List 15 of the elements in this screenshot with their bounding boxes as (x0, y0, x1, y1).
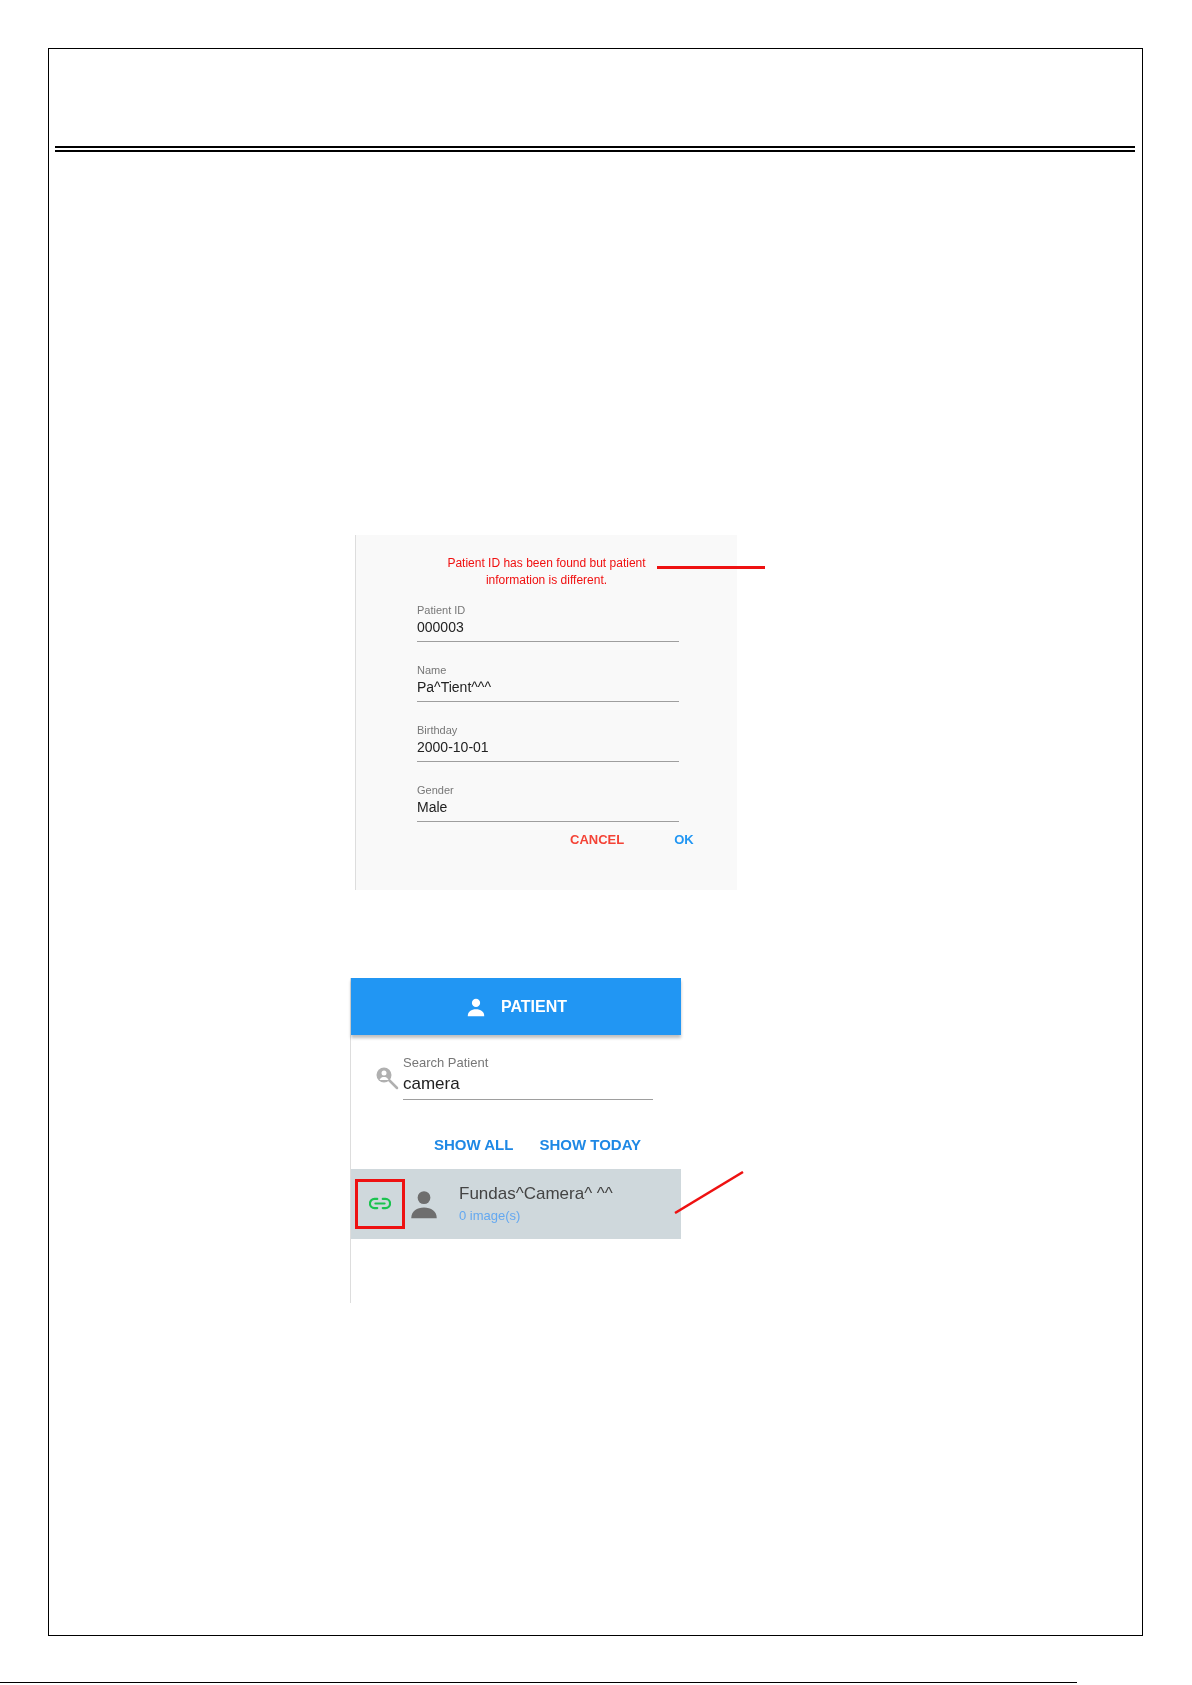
image-count: 0 image(s) (459, 1206, 522, 1225)
text-field[interactable]: Name Pa^Tient^^^ (417, 663, 679, 702)
text-field[interactable]: Birthday 2000-10-01 (417, 723, 679, 762)
annotation-line (674, 1171, 744, 1214)
search-field[interactable]: Search Patient camera (403, 1055, 653, 1100)
panel-title: PATIENT (500, 996, 568, 1017)
show-all-button[interactable]: SHOW ALL (434, 1134, 514, 1157)
patient-row[interactable]: Fundas^Camera^ ^^ 0 image(s) (351, 1168, 681, 1239)
text-field[interactable]: Patient ID 000003 (417, 603, 679, 642)
text-field[interactable]: Gender Male (417, 783, 679, 822)
show-today-button[interactable]: SHOW TODAY (539, 1134, 642, 1157)
search-icon (375, 1066, 399, 1090)
patient-name: Fundas^Camera^ ^^ (459, 1182, 613, 1205)
error-message: Patient ID has been found but patient information is different. (446, 555, 647, 589)
cancel-button[interactable]: CANCEL (570, 830, 625, 850)
